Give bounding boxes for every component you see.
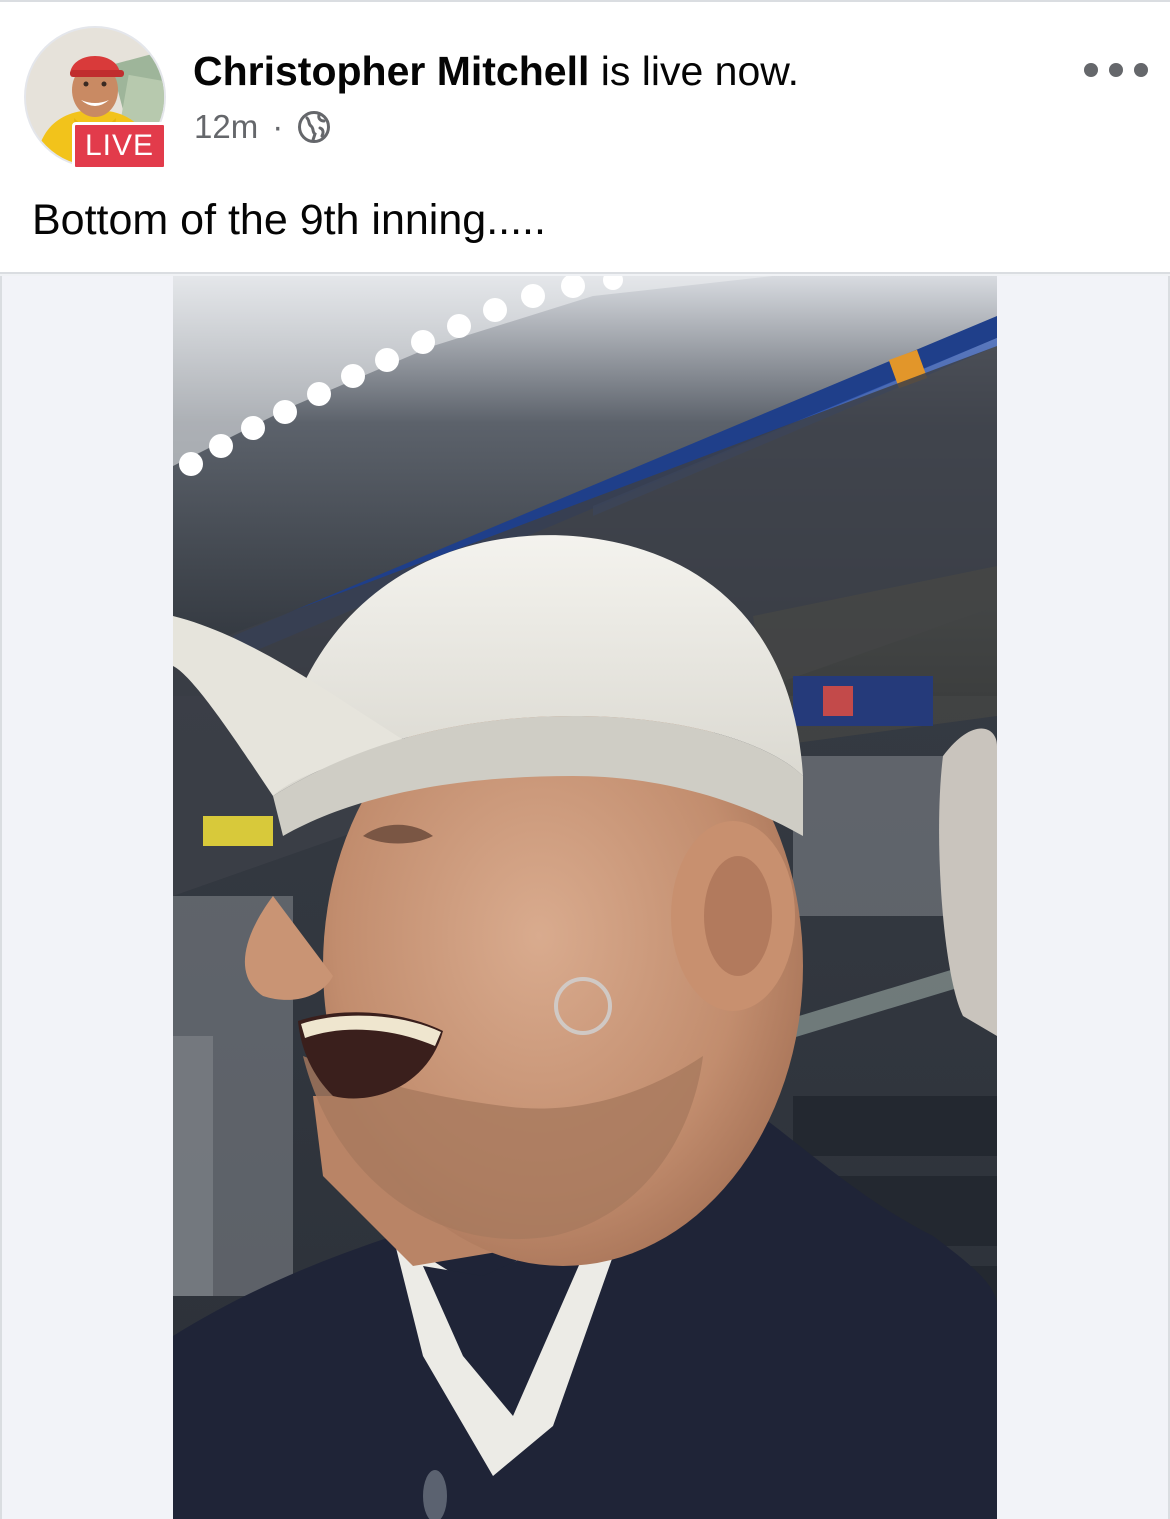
more-options-button[interactable]	[1084, 54, 1148, 86]
video-container	[0, 272, 1170, 1519]
post-timestamp[interactable]: 12m	[194, 108, 258, 146]
more-options-icon-dot	[1109, 63, 1123, 77]
author-name-link[interactable]: Christopher Mitchell	[193, 48, 589, 94]
live-video-post: LIVE Christopher Mitchell is live now. 1…	[0, 0, 1170, 1519]
more-options-icon-dot	[1134, 63, 1148, 77]
live-status-text: is live now.	[589, 48, 800, 94]
globe-icon	[297, 110, 331, 144]
post-title: Christopher Mitchell is live now.	[193, 48, 799, 95]
video-frame-image	[173, 276, 997, 1519]
more-options-icon	[1084, 63, 1098, 77]
post-meta: 12m ·	[194, 108, 331, 146]
top-divider	[0, 0, 1170, 2]
live-video-player[interactable]	[173, 276, 997, 1519]
video-letterbox-left	[0, 276, 175, 1519]
author-avatar-wrapper[interactable]: LIVE	[24, 26, 168, 170]
live-badge: LIVE	[72, 122, 168, 170]
meta-separator: ·	[272, 108, 284, 145]
video-letterbox-right	[997, 276, 1170, 1519]
post-caption: Bottom of the 9th inning.....	[32, 196, 546, 244]
